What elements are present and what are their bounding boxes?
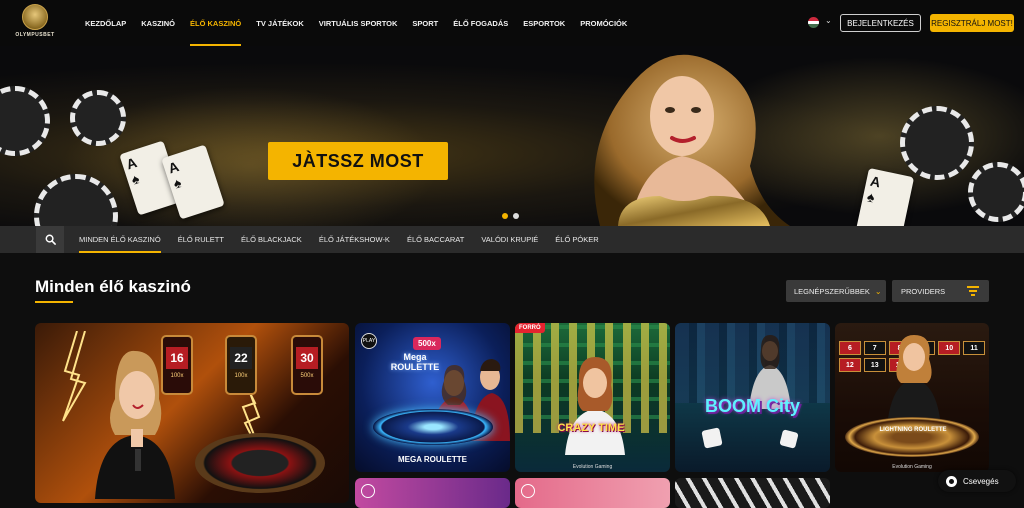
poker-chip-icon (0, 86, 50, 156)
category-tab[interactable]: ÉLŐ BLACKJACK (241, 226, 302, 253)
vivo-logo-icon (361, 484, 375, 498)
game-tile-crazy-time[interactable]: FORRÓ CRAZY TIME Evolution Gaming (515, 323, 670, 472)
roulette-number-cell: 6 (839, 341, 861, 355)
search-icon (45, 234, 56, 245)
nav-item[interactable]: TV JÁTÉKOK (256, 0, 304, 46)
game-tile-row2-1[interactable] (355, 478, 510, 508)
chevron-down-icon: ⌄ (874, 286, 882, 296)
section-title: Minden élő kaszinó (35, 277, 191, 296)
roulette-number-cell: 12 (839, 358, 861, 372)
nav-item[interactable]: KEZDŐLAP (85, 0, 126, 46)
host-illustration (565, 357, 625, 455)
sort-dropdown[interactable]: LEGNÉPSZERŰBBEK ⌄ (786, 280, 886, 302)
category-tab-list: MINDEN ÉLŐ KASZINÓ ÉLŐ RULETT ÉLŐ BLACKJAC… (79, 226, 616, 253)
hungary-flag-icon[interactable] (808, 17, 819, 28)
category-tab[interactable]: ÉLŐ PÓKER (555, 226, 598, 253)
providers-filter-button[interactable]: PROVIDERS (892, 280, 989, 302)
game-tile-boom-city[interactable]: BOOM City (675, 323, 830, 472)
category-tab[interactable]: ÉLŐ BACCARAT (407, 226, 464, 253)
number-card-multiplier: 100x (234, 373, 248, 379)
main-nav: KEZDŐLAP KASZINÓ ÉLŐ KASZINÓ TV JÁTÉKOK VIRT… (85, 0, 642, 46)
roulette-wheel (373, 409, 493, 445)
nav-item[interactable]: KASZINÓ (141, 0, 175, 46)
hero-pagination (502, 213, 519, 219)
number-card-value: 30 (296, 347, 318, 369)
game-title: MEGA ROULETTE (397, 455, 468, 464)
nav-item[interactable]: PROMÓCIÓK (580, 0, 627, 46)
number-card-multiplier: 500x (300, 373, 314, 379)
game-tile-row2-2[interactable] (515, 478, 670, 508)
section-title-underline (35, 301, 73, 303)
category-tab[interactable]: ÉLŐ RULETT (178, 226, 224, 253)
category-tab[interactable]: MINDEN ÉLŐ KASZINÓ (79, 226, 161, 253)
brand-logo[interactable]: OLYMPUSBET (12, 4, 58, 42)
logo-text: OLYMPUSBET (15, 32, 55, 38)
number-card-3: 30 500x (291, 335, 323, 395)
category-tab[interactable]: ÉLŐ JÁTÉKSHOW-K (319, 226, 390, 253)
login-button[interactable]: BEJELENTKEZÉS (840, 14, 921, 32)
hot-badge: FORRÓ (515, 323, 545, 333)
dice-icon (701, 427, 723, 449)
game-tile-xxxtreme-roulette[interactable]: 16 100x 22 100x 30 500x (35, 323, 349, 503)
game-tile-mega-roulette[interactable]: PLAY 500x Mega ROULETTE MEGA ROULETTE (355, 323, 510, 472)
vivo-logo-icon (521, 484, 535, 498)
boom-city-logo: BOOM City (704, 396, 800, 416)
slide-dot-1[interactable] (502, 213, 508, 219)
roulette-wheel (195, 433, 325, 493)
category-tab[interactable]: VALÓDI KRUPIÉ (481, 226, 538, 253)
number-card-2: 22 100x (225, 335, 257, 395)
roulette-number-cell: 11 (963, 341, 985, 355)
olympus-logo-icon (22, 4, 48, 30)
providers-label: PROVIDERS (901, 286, 946, 296)
hero-model-illustration (594, 54, 790, 226)
dice-icon (779, 429, 799, 449)
roulette-wheel (845, 417, 979, 457)
poker-chip-icon (70, 90, 126, 146)
chat-button[interactable]: Csevegés (938, 470, 1016, 492)
filter-icon (967, 286, 979, 296)
nav-item[interactable]: VIRTUÁLIS SPORTOK (319, 0, 398, 46)
host-illustration (887, 335, 941, 427)
crazy-time-logo: CRAZY TIME (557, 422, 625, 434)
number-card-value: 22 (230, 347, 252, 369)
poker-chip-icon (900, 106, 974, 180)
game-tile-lightning-roulette[interactable]: 67891011121314 LIGHTNING ROULETTE Evolut… (835, 323, 989, 472)
hero-banner[interactable]: A ♠ A ♠ A ♠ JÀTSSZ MOST (0, 46, 1024, 226)
play-badge-icon: PLAY (361, 333, 377, 349)
top-navbar: OLYMPUSBET KEZDŐLAP KASZINÓ ÉLŐ KASZINÓ TV … (0, 0, 1024, 46)
poker-chip-icon (968, 162, 1024, 222)
search-button[interactable] (36, 226, 64, 253)
game-tile-row2-3[interactable] (675, 478, 830, 508)
category-tabs: MINDEN ÉLŐ KASZINÓ ÉLŐ RULETT ÉLŐ BLACKJAC… (0, 226, 1024, 253)
slide-dot-2[interactable] (513, 213, 519, 219)
chat-label: Csevegés (963, 476, 999, 486)
lightning-roulette-logo: LIGHTNING ROULETTE (879, 427, 947, 433)
provider-label: Evolution Gaming (572, 464, 613, 470)
sort-label: LEGNÉPSZERŰBBEK (794, 286, 870, 296)
chat-bubble-icon (946, 475, 957, 487)
language-chevron-down-icon[interactable]: ⌄ (825, 16, 832, 25)
play-now-button[interactable]: JÀTSSZ MOST (268, 142, 448, 180)
nav-item[interactable]: ESPORTOK (523, 0, 565, 46)
nav-item[interactable]: SPORT (412, 0, 438, 46)
register-button[interactable]: REGISZTRÁLJ MOST! (930, 14, 1014, 32)
nav-item[interactable]: ÉLŐ FOGADÁS (453, 0, 508, 46)
dealer-illustration (95, 350, 175, 499)
nav-item[interactable]: ÉLŐ KASZINÓ (190, 0, 242, 46)
